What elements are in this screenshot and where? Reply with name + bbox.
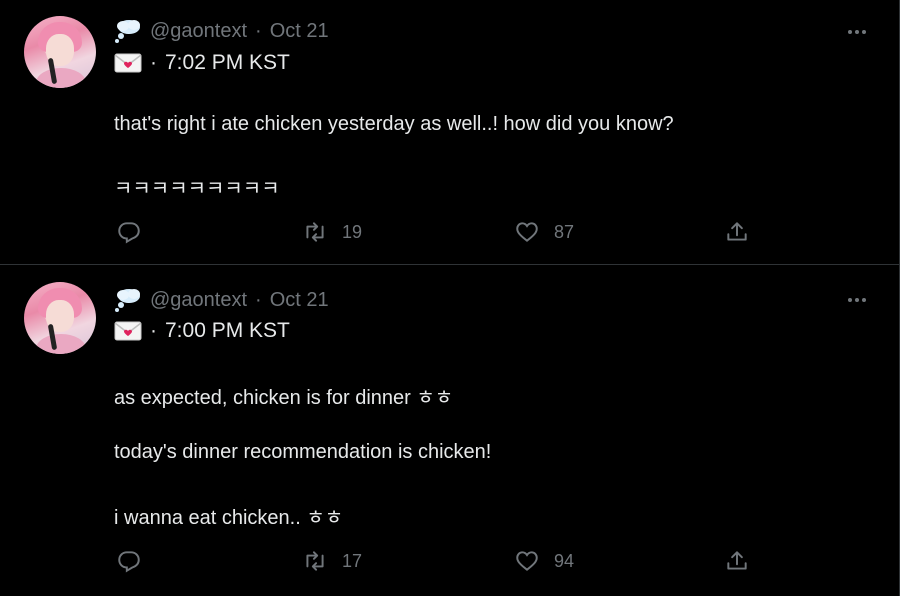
share-button[interactable]	[724, 548, 750, 574]
more-icon	[848, 298, 852, 302]
reply-icon	[118, 222, 140, 244]
header-separator: ·	[255, 288, 262, 311]
tweet-actions: 17 94	[114, 546, 754, 576]
tweet-time: 7:02 PM KST	[165, 51, 290, 74]
time-separator: ·	[150, 51, 157, 74]
retweet-button[interactable]: 17	[302, 548, 362, 574]
love-letter-icon	[114, 321, 142, 341]
user-handle[interactable]: @gaontext	[150, 20, 247, 43]
user-handle[interactable]: @gaontext	[150, 289, 247, 312]
tweet-date[interactable]: Oct 21	[270, 289, 329, 312]
share-icon	[727, 551, 747, 570]
love-letter-icon	[114, 53, 142, 73]
retweet-button[interactable]: 19	[302, 219, 362, 245]
tweet[interactable]: @gaontext · Oct 21 · 7:02 PM KST that's …	[0, 0, 899, 265]
tweet-header: @gaontext · Oct 21	[114, 287, 329, 313]
tweet-text-line: i wanna eat chicken.. ㅎㅎ	[114, 507, 344, 529]
tweet[interactable]: @gaontext · Oct 21 · 7:00 PM KST as expe…	[0, 266, 899, 596]
heart-icon	[516, 551, 538, 571]
more-options-button[interactable]	[845, 288, 869, 312]
share-button[interactable]	[724, 219, 750, 245]
timeline: @gaontext · Oct 21 · 7:02 PM KST that's …	[0, 0, 900, 596]
avatar[interactable]	[24, 16, 96, 88]
tweet-text-line: as expected, chicken is for dinner ㅎㅎ	[114, 387, 454, 409]
tweet-actions: 19 87	[114, 217, 754, 247]
avatar[interactable]	[24, 282, 96, 354]
time-separator: ·	[150, 319, 157, 342]
like-count: 94	[554, 550, 575, 571]
reply-button[interactable]	[116, 219, 142, 245]
thought-bubble-icon	[115, 20, 140, 43]
heart-icon	[516, 222, 538, 242]
retweet-count: 17	[342, 550, 363, 571]
retweet-icon	[306, 222, 324, 242]
like-button[interactable]: 87	[514, 219, 574, 245]
thought-bubble-icon	[115, 289, 140, 312]
tweet-time: 7:00 PM KST	[165, 319, 290, 342]
share-icon	[727, 222, 747, 241]
like-count: 87	[554, 221, 575, 242]
tweet-text-line: ㅋㅋㅋㅋㅋㅋㅋㅋㅋ	[114, 178, 280, 200]
tweet-text-line: today's dinner recommendation is chicken…	[114, 441, 492, 463]
more-options-button[interactable]	[845, 20, 869, 44]
tweet-text-line: that's right i ate chicken yesterday as …	[114, 113, 674, 135]
time-line: · 7:00 PM KST	[114, 319, 290, 343]
retweet-icon	[306, 551, 324, 571]
retweet-count: 19	[342, 221, 363, 242]
tweet-header: @gaontext · Oct 21	[114, 18, 329, 44]
reply-icon	[118, 551, 140, 573]
like-button[interactable]: 94	[514, 548, 574, 574]
tweet-date[interactable]: Oct 21	[270, 20, 329, 43]
time-line: · 7:02 PM KST	[114, 51, 290, 75]
reply-button[interactable]	[116, 548, 142, 574]
header-separator: ·	[255, 19, 262, 42]
more-icon	[848, 30, 852, 34]
